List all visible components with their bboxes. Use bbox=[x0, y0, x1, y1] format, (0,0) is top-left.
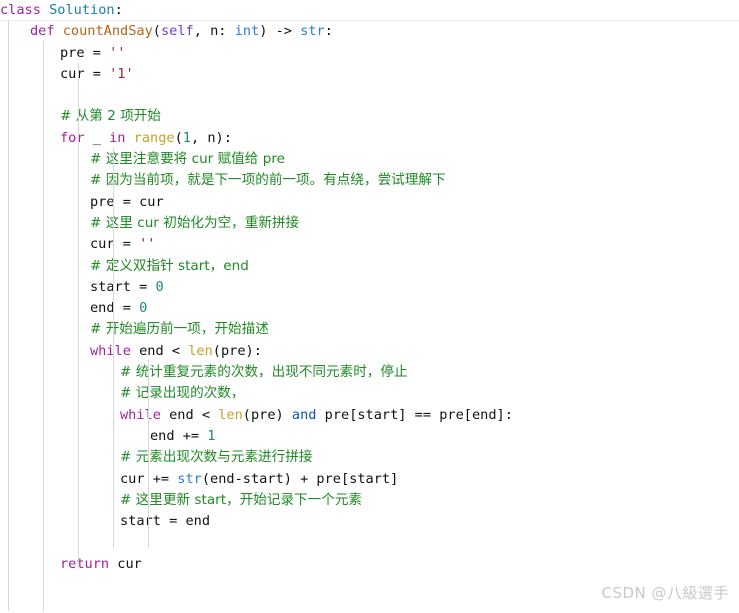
code-line[interactable]: pre = '' bbox=[0, 43, 739, 64]
code-line[interactable]: pre = cur bbox=[0, 192, 739, 213]
code-line[interactable]: # 这里 cur 初始化为空，重新拼接 bbox=[0, 213, 739, 234]
token-kw: def bbox=[30, 23, 55, 40]
token-cmt: # 统计重复元素的次数，出现不同元素时，停止 bbox=[120, 364, 408, 381]
token-plain: : bbox=[114, 2, 123, 18]
code-line[interactable]: end = 0 bbox=[0, 298, 739, 319]
token-plain: start = bbox=[90, 278, 156, 295]
token-self: self bbox=[160, 23, 194, 40]
code-line[interactable]: for _ in range(1, n): bbox=[0, 128, 739, 149]
token-plain: pre = bbox=[60, 44, 110, 61]
token-plain: _ bbox=[84, 129, 110, 146]
code-line[interactable]: while end < len(pre): bbox=[0, 341, 739, 362]
token-plain: cur bbox=[109, 555, 142, 572]
token-kw: return bbox=[60, 555, 110, 572]
token-cmt: # 从第 2 项开始 bbox=[60, 108, 161, 125]
token-type: str bbox=[177, 470, 202, 487]
code-line[interactable]: # 开始遍历前一项，开始描述 bbox=[0, 319, 739, 340]
code-line[interactable] bbox=[0, 532, 739, 553]
token-cmt: # 因为当前项，就是下一项的前一项。有点绕，尝试理解下 bbox=[90, 172, 446, 189]
token-kw-blue: and bbox=[291, 406, 317, 423]
code-line[interactable]: cur = '1' bbox=[0, 64, 739, 85]
code-line[interactable] bbox=[0, 85, 739, 106]
code-line[interactable]: # 统计重复元素的次数，出现不同元素时，停止 bbox=[0, 362, 739, 383]
token-cmt: # 记录出现的次数， bbox=[120, 385, 245, 402]
token-plain: (pre): bbox=[212, 342, 262, 359]
code-line[interactable]: # 定义双指针 start，end bbox=[0, 256, 739, 277]
token-kw: while bbox=[90, 342, 131, 359]
token-type: str bbox=[300, 23, 325, 40]
token-plain: end = bbox=[90, 300, 140, 317]
indent-guide bbox=[78, 62, 79, 569]
token-plain: cur = bbox=[60, 65, 110, 82]
code-line[interactable]: class Solution: bbox=[0, 0, 739, 21]
token-plain: pre[start] == pre[end]: bbox=[316, 406, 513, 423]
token-str: '' bbox=[139, 236, 156, 253]
code-line[interactable]: end += 1 bbox=[0, 426, 739, 447]
code-line[interactable]: # 记录出现的次数， bbox=[0, 383, 739, 404]
token-type: int bbox=[234, 23, 260, 40]
token-plain: end < bbox=[130, 342, 189, 359]
code-line[interactable]: return cur bbox=[0, 554, 739, 575]
code-editor[interactable]: class Solution: def countAndSay(self, n: … bbox=[0, 0, 739, 613]
token-plain: ) -> bbox=[259, 23, 301, 40]
token-str: '' bbox=[109, 44, 126, 61]
code-content[interactable]: class Solution: def countAndSay(self, n: … bbox=[0, 0, 739, 575]
token-num: 0 bbox=[155, 278, 164, 295]
token-kw: class bbox=[0, 2, 41, 18]
token-fn: countAndSay bbox=[62, 23, 153, 40]
code-line[interactable]: while end < len(pre) and pre[start] == p… bbox=[0, 405, 739, 426]
token-builtin: len bbox=[188, 342, 213, 359]
csdn-watermark: CSDN @八級選手 bbox=[601, 584, 729, 602]
token-kw: in bbox=[109, 129, 126, 146]
code-line[interactable]: # 元素出现次数与元素进行拼接 bbox=[0, 447, 739, 468]
token-plain: cur = bbox=[90, 236, 140, 253]
token-plain: pre = cur bbox=[90, 193, 164, 210]
code-line[interactable]: start = 0 bbox=[0, 277, 739, 298]
token-cmt: # 这里 cur 初始化为空，重新拼接 bbox=[90, 214, 300, 231]
code-line[interactable]: def countAndSay(self, n: int) -> str: bbox=[0, 21, 739, 42]
token-kw: while bbox=[120, 406, 161, 423]
token-str: '1' bbox=[109, 65, 134, 82]
code-line[interactable]: # 从第 2 项开始 bbox=[0, 106, 739, 127]
token-plain: (end-start) + pre[start] bbox=[201, 470, 399, 487]
token-plain: ( bbox=[152, 23, 161, 40]
code-line[interactable]: cur = '' bbox=[0, 234, 739, 255]
code-line[interactable]: # 这里注意要将 cur 赋值给 pre bbox=[0, 149, 739, 170]
token-plain: end += bbox=[150, 427, 208, 444]
token-plain: ( bbox=[174, 129, 183, 146]
code-line[interactable]: # 这里更新 start，开始记录下一个元素 bbox=[0, 490, 739, 511]
token-builtin: len bbox=[218, 406, 243, 423]
token-plain: : bbox=[324, 23, 333, 40]
indent-guide bbox=[113, 147, 114, 548]
token-kw: for bbox=[60, 129, 85, 146]
token-plain: (pre) bbox=[242, 406, 292, 423]
code-line[interactable]: cur += str(end-start) + pre[start] bbox=[0, 469, 739, 490]
indent-guide bbox=[148, 360, 149, 548]
token-cmt: # 这里更新 start，开始记录下一个元素 bbox=[120, 491, 363, 508]
token-builtin: range bbox=[133, 129, 175, 146]
indent-guide bbox=[8, 20, 9, 611]
code-line[interactable]: start = end bbox=[0, 511, 739, 532]
token-num: 1 bbox=[182, 129, 191, 146]
indent-guide bbox=[43, 41, 44, 611]
token-cmt: # 这里注意要将 cur 赋值给 pre bbox=[90, 151, 285, 168]
token-cls: Solution bbox=[49, 2, 115, 18]
token-cmt: # 开始遍历前一项，开始描述 bbox=[90, 321, 269, 338]
token-plain: , n): bbox=[190, 129, 232, 146]
token-plain: , n: bbox=[193, 23, 235, 40]
code-line[interactable]: # 因为当前项，就是下一项的前一项。有点绕，尝试理解下 bbox=[0, 170, 739, 191]
token-plain: end < bbox=[160, 406, 219, 423]
token-num: 1 bbox=[207, 427, 216, 444]
token-plain: start = end bbox=[120, 513, 211, 530]
token-num: 0 bbox=[139, 300, 148, 317]
